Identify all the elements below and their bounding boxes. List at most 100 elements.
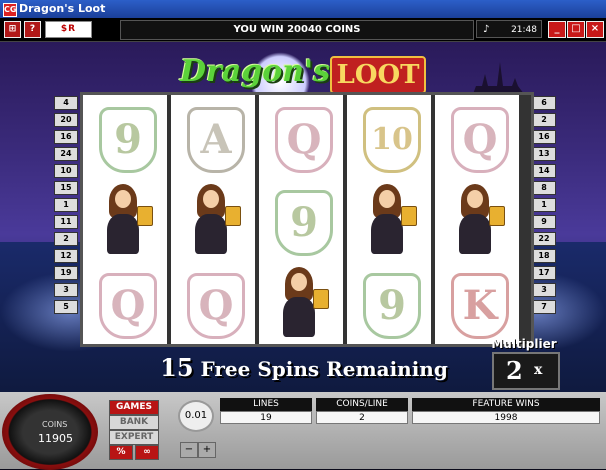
logo-dragons: Dragon's [180,54,331,89]
card-symbol: 9 [363,273,421,339]
free-spins-text: 15 Free Spins Remaining [80,353,528,382]
coins-per-line-display: COINS/LINE 2 [316,398,408,426]
free-spins-banner: 15 Free Spins Remaining [80,347,528,389]
payline-indicators-left: 4 20 16 24 10 15 1 11 2 12 19 3 5 [54,96,78,317]
barmaid-symbol-icon [451,184,505,256]
reel-symbol [347,178,431,261]
payline-indicator: 13 [532,147,556,161]
window-titlebar: CG Dragon's Loot [0,0,606,18]
reel-symbol: Q [83,261,167,344]
lines-display: LINES 19 [220,398,312,426]
payline-indicator: 11 [54,215,78,229]
payline-indicator: 1 [54,198,78,212]
payline-indicator: 2 [532,113,556,127]
control-panel: COINS 11905 GAMES BANK EXPERT % ∞ 0.01 −… [0,392,606,470]
payline-indicator: 8 [532,181,556,195]
payline-indicator: 24 [54,147,78,161]
reel: 9Q [83,95,167,344]
expert-button[interactable]: EXPERT [109,430,159,445]
card-symbol: 10 [363,107,421,173]
symbol-letter: Q [198,282,234,329]
reel-symbol [83,178,167,261]
symbol-letter: 10 [371,122,413,157]
payline-indicator: 10 [54,164,78,178]
card-symbol: Q [99,273,157,339]
symbol-letter: 9 [378,282,406,329]
reel-symbol: 9 [347,261,431,344]
game-topbar: ⊞ ? $R YOU WIN 20040 COINS ♪ 21:48 _ □ × [0,18,606,42]
reel-symbol: K [435,261,519,344]
coins-label: COINS [42,420,68,429]
payline-indicator: 12 [54,249,78,263]
maximize-button[interactable]: □ [567,21,585,38]
exit-icon[interactable]: ⊞ [4,21,21,38]
free-spins-label: Free Spins Remaining [200,357,448,381]
speaker-icon[interactable]: ♪ [483,21,489,39]
multiplier-box: 2 x [492,352,560,390]
lines-label: LINES [220,398,312,411]
multiplier-label: Multiplier [491,337,557,351]
reel: AQ [171,95,255,344]
payline-indicator: 20 [54,113,78,127]
payline-indicators-right: 6 2 16 13 14 8 1 9 22 18 17 3 7 [532,96,556,317]
close-button[interactable]: × [586,21,604,38]
symbol-letter: Q [110,282,146,329]
decrease-button[interactable]: − [180,442,198,458]
coin-size-selector[interactable]: 0.01 [178,400,214,432]
increase-button[interactable]: + [198,442,216,458]
reel-symbol: 9 [83,95,167,178]
card-symbol: Q [187,273,245,339]
symbol-letter: Q [286,116,322,163]
coins-value: 11905 [38,432,73,445]
payline-indicator: 14 [532,164,556,178]
payline-indicator: 3 [532,283,556,297]
coins-per-line-value: 2 [316,411,408,424]
multiplier-value: 2 [506,356,523,385]
feature-wins-display: FEATURE WINS 1998 [412,398,600,426]
lines-value: 19 [220,411,312,424]
reel-symbol [171,178,255,261]
reel-symbol: 10 [347,95,431,178]
barmaid-symbol-icon [363,184,417,256]
payline-indicator: 4 [54,96,78,110]
symbol-letter: Q [462,116,498,163]
games-button[interactable]: GAMES [109,400,159,415]
payline-indicator: 7 [532,300,556,314]
feature-wins-label: FEATURE WINS [412,398,600,411]
percent-button[interactable]: % [109,445,133,460]
payline-indicator: 6 [532,96,556,110]
payline-indicator: 22 [532,232,556,246]
multiplier-suffix: x [534,362,543,378]
minimize-button[interactable]: _ [548,21,566,38]
barmaid-symbol-icon [99,184,153,256]
logo-loot: LOOT [330,56,426,94]
reel: QK [435,95,519,344]
barmaid-symbol-icon [187,184,241,256]
free-spins-count: 15 [160,353,194,382]
payline-indicator: 19 [54,266,78,280]
reel-area: 9 Q A Q Q 9 10 9 Q K [80,92,534,347]
payline-indicator: 17 [532,266,556,280]
card-symbol: Q [451,107,509,173]
game-logo: Dragon's LOOT [180,50,430,94]
payline-indicator: 15 [54,181,78,195]
beer-mug-icon [401,206,417,226]
card-symbol: 9 [99,107,157,173]
payline-indicator: 2 [54,232,78,246]
coins-dial: COINS 11905 [2,394,98,470]
window-title: Dragon's Loot [19,2,106,15]
autoplay-button[interactable]: ∞ [135,445,159,460]
reel: 10 9 [347,95,431,344]
feature-wins-value: 1998 [412,411,600,424]
beer-mug-icon [489,206,505,226]
win-message: YOU WIN 20040 COINS [120,20,474,40]
payline-indicator: 9 [532,215,556,229]
reel-symbol [259,261,343,344]
help-icon[interactable]: ? [24,21,41,38]
bank-button[interactable]: BANK [109,415,159,430]
reel-symbol [435,178,519,261]
card-symbol: Q [275,107,333,173]
reel: Q9 [259,95,343,344]
payline-indicator: 5 [54,300,78,314]
card-symbol: 9 [275,190,333,256]
